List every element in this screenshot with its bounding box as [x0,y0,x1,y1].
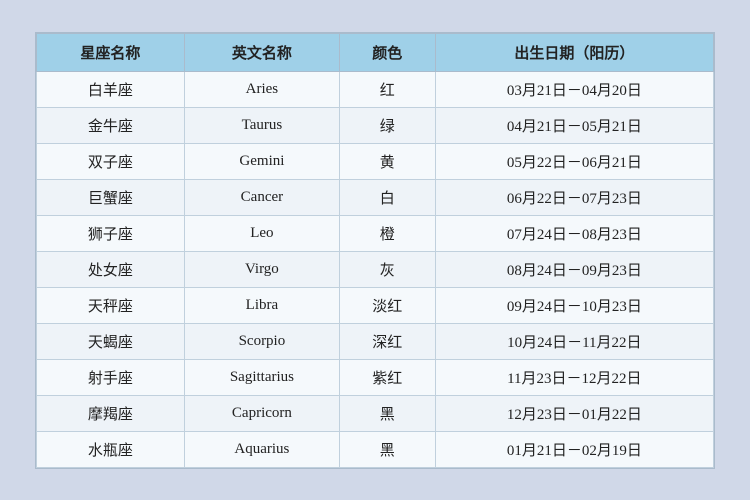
cell-color: 橙 [339,215,435,251]
cell-english-name: Leo [184,215,339,251]
cell-color: 黑 [339,431,435,467]
table-header-row: 星座名称 英文名称 颜色 出生日期（阳历） [37,33,714,71]
cell-dates: 03月21日－04月20日 [435,71,713,107]
cell-english-name: Cancer [184,179,339,215]
zodiac-table-container: 星座名称 英文名称 颜色 出生日期（阳历） 白羊座Aries红03月21日－04… [35,32,715,469]
table-body: 白羊座Aries红03月21日－04月20日金牛座Taurus绿04月21日－0… [37,71,714,467]
cell-dates: 07月24日－08月23日 [435,215,713,251]
cell-english-name: Aries [184,71,339,107]
cell-color: 灰 [339,251,435,287]
cell-dates: 10月24日－11月22日 [435,323,713,359]
header-dates: 出生日期（阳历） [435,33,713,71]
cell-color: 红 [339,71,435,107]
cell-chinese-name: 射手座 [37,359,185,395]
cell-chinese-name: 天秤座 [37,287,185,323]
cell-english-name: Virgo [184,251,339,287]
cell-color: 深红 [339,323,435,359]
table-row: 天蝎座Scorpio深红10月24日－11月22日 [37,323,714,359]
cell-dates: 08月24日－09月23日 [435,251,713,287]
zodiac-table: 星座名称 英文名称 颜色 出生日期（阳历） 白羊座Aries红03月21日－04… [36,33,714,468]
cell-chinese-name: 双子座 [37,143,185,179]
table-row: 狮子座Leo橙07月24日－08月23日 [37,215,714,251]
cell-color: 白 [339,179,435,215]
cell-dates: 11月23日－12月22日 [435,359,713,395]
cell-dates: 04月21日－05月21日 [435,107,713,143]
header-english-name: 英文名称 [184,33,339,71]
cell-english-name: Scorpio [184,323,339,359]
table-row: 天秤座Libra淡红09月24日－10月23日 [37,287,714,323]
cell-english-name: Taurus [184,107,339,143]
cell-english-name: Gemini [184,143,339,179]
header-color: 颜色 [339,33,435,71]
table-row: 射手座Sagittarius紫红11月23日－12月22日 [37,359,714,395]
cell-english-name: Sagittarius [184,359,339,395]
table-row: 白羊座Aries红03月21日－04月20日 [37,71,714,107]
table-row: 双子座Gemini黄05月22日－06月21日 [37,143,714,179]
cell-dates: 01月21日－02月19日 [435,431,713,467]
cell-color: 紫红 [339,359,435,395]
cell-dates: 12月23日－01月22日 [435,395,713,431]
table-row: 摩羯座Capricorn黑12月23日－01月22日 [37,395,714,431]
table-row: 水瓶座Aquarius黑01月21日－02月19日 [37,431,714,467]
cell-chinese-name: 天蝎座 [37,323,185,359]
table-row: 巨蟹座Cancer白06月22日－07月23日 [37,179,714,215]
cell-chinese-name: 白羊座 [37,71,185,107]
cell-chinese-name: 巨蟹座 [37,179,185,215]
cell-chinese-name: 金牛座 [37,107,185,143]
header-chinese-name: 星座名称 [37,33,185,71]
cell-dates: 09月24日－10月23日 [435,287,713,323]
cell-chinese-name: 水瓶座 [37,431,185,467]
cell-dates: 05月22日－06月21日 [435,143,713,179]
cell-english-name: Libra [184,287,339,323]
cell-chinese-name: 摩羯座 [37,395,185,431]
table-row: 处女座Virgo灰08月24日－09月23日 [37,251,714,287]
cell-color: 绿 [339,107,435,143]
cell-color: 黑 [339,395,435,431]
cell-english-name: Aquarius [184,431,339,467]
cell-color: 淡红 [339,287,435,323]
cell-chinese-name: 狮子座 [37,215,185,251]
cell-english-name: Capricorn [184,395,339,431]
cell-chinese-name: 处女座 [37,251,185,287]
table-row: 金牛座Taurus绿04月21日－05月21日 [37,107,714,143]
cell-color: 黄 [339,143,435,179]
cell-dates: 06月22日－07月23日 [435,179,713,215]
